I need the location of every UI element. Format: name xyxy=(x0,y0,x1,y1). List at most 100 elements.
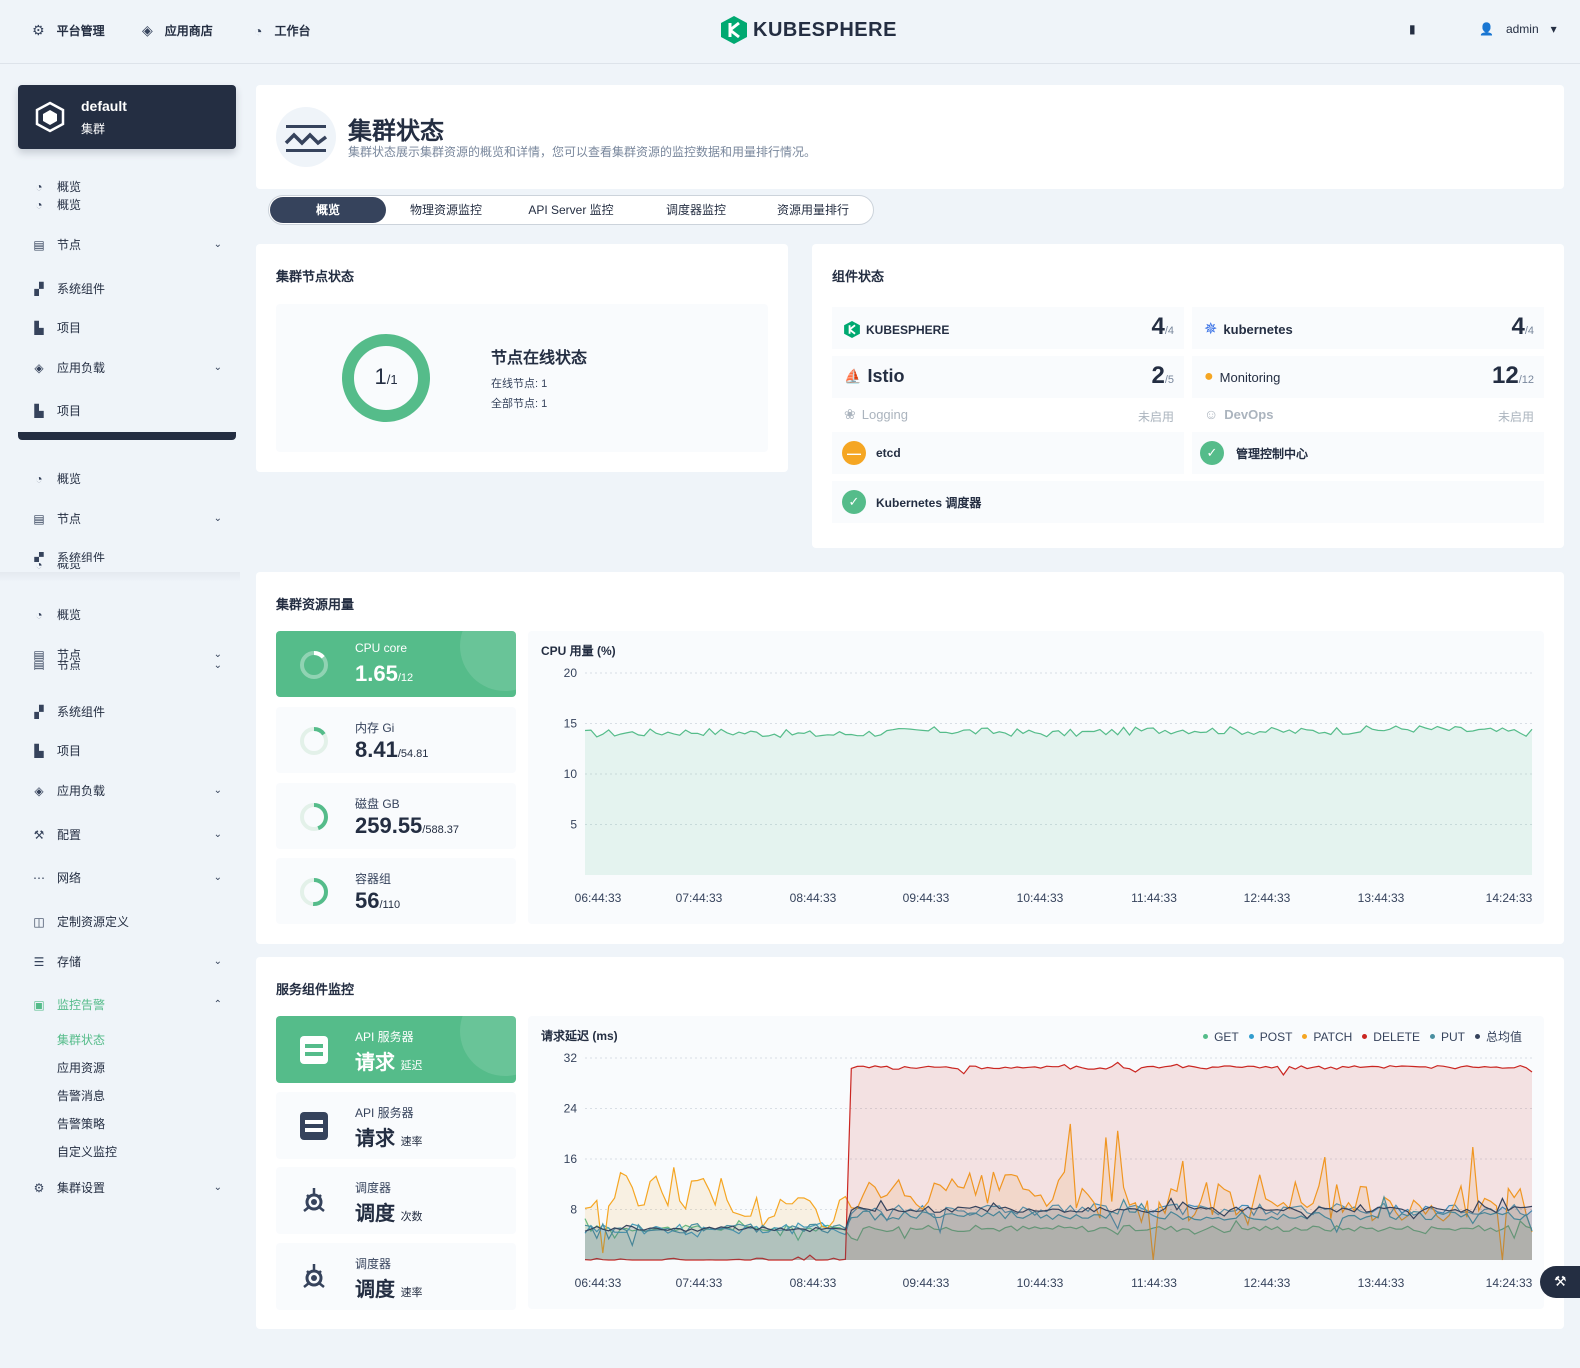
component-kubernetes[interactable]: ✵ kubernetes 4/4 xyxy=(1192,307,1544,349)
sidebar-ghost-projects-2[interactable]: ▙ 项目 xyxy=(32,402,222,419)
nav-workbench[interactable]: ◔ 工作台 xyxy=(254,22,310,39)
server-icon: ▤ xyxy=(33,660,45,670)
resource-card-pods[interactable]: 容器组 56/110 xyxy=(276,858,516,924)
submenu-custom-monitoring[interactable]: 自定义监控 xyxy=(57,1143,117,1160)
service-value: 调度 速率 xyxy=(355,1273,423,1302)
submenu-app-resources[interactable]: 应用资源 xyxy=(57,1059,105,1076)
submenu-cluster-status[interactable]: 集群状态 xyxy=(57,1031,105,1048)
tab-overview[interactable]: 概览 xyxy=(270,197,386,223)
docs-icon[interactable]: ▮ xyxy=(1409,22,1416,36)
submenu-alert-messages[interactable]: 告警消息 xyxy=(57,1087,105,1104)
tab-scheduler[interactable]: 调度器监控 xyxy=(636,197,756,223)
sidebar-ghost-bar xyxy=(18,432,236,440)
usage-ring xyxy=(300,878,328,906)
x-tick-label: 08:44:33 xyxy=(790,891,837,905)
sidebar-ghost-overview-2[interactable]: ◔ 概览 xyxy=(32,196,222,213)
component-istio[interactable]: ⛵ Istio 2/5 xyxy=(832,356,1184,398)
kubesphere-logo[interactable]: KUBESPHERE xyxy=(721,16,897,44)
dashboard-icon: ◔ xyxy=(35,471,43,486)
chevron-down-icon: ⌄ xyxy=(213,513,222,524)
series-area xyxy=(585,725,1532,875)
sidebar-ghost2-components[interactable]: ▞ 系统组件 xyxy=(32,552,222,562)
resource-card-cpu[interactable]: CPU core 1.65/12 xyxy=(276,631,516,697)
service-label: API 服务器 xyxy=(355,1106,414,1120)
component-etcd[interactable]: — etcd xyxy=(832,432,1184,474)
components-icon: ▞ xyxy=(34,281,44,296)
cpu-usage-chart[interactable]: 20 15 10 5 06:44:33 07:44:33 08:44:33 09:44:33 1… xyxy=(528,631,1544,924)
sidebar-item-overview[interactable]: ◔ 概览 xyxy=(32,606,222,623)
service-unit: 次数 xyxy=(400,1211,423,1223)
sidebar-ghost-overview[interactable]: ◔ 概览 xyxy=(32,178,222,195)
service-unit: 速率 xyxy=(400,1136,423,1148)
sidebar-divider xyxy=(0,572,240,582)
component-monitoring[interactable]: ● Monitoring 12/12 xyxy=(1192,356,1544,398)
sidebar-ghost2-overview-2[interactable]: ◔ 概览 xyxy=(32,563,222,572)
sidebar-item-network[interactable]: ⋯ 网络 ⌄ xyxy=(32,869,222,886)
sidebar-item-workloads[interactable]: ◈ 应用负载 ⌄ xyxy=(32,782,222,799)
server-icon: ▤ xyxy=(33,237,45,252)
sidebar-ghost2-nodes[interactable]: ▤ 节点 ⌄ xyxy=(32,510,222,527)
api-server-icon xyxy=(300,1036,328,1064)
sidebar-item-settings[interactable]: ⚙ 集群设置 ⌄ xyxy=(32,1179,222,1196)
nav-app-store[interactable]: ◈ 应用商店 xyxy=(142,22,213,39)
component-controller-manager[interactable]: ✓ 管理控制中心 xyxy=(1192,432,1544,474)
x-tick-label: 09:44:33 xyxy=(903,891,950,905)
service-card-scheduler-rate[interactable]: 调度器 调度 速率 xyxy=(276,1243,516,1310)
project-icon: ▙ xyxy=(34,403,44,418)
service-card-api-rate[interactable]: API 服务器 请求 速率 xyxy=(276,1092,516,1159)
section-title: 组件状态 xyxy=(832,269,885,284)
user-menu[interactable]: 👤 admin ▾ xyxy=(1479,22,1557,36)
nav-platform[interactable]: ⚙ 平台管理 xyxy=(32,22,105,39)
layers-icon: ◈ xyxy=(142,22,153,38)
x-tick-label: 07:44:33 xyxy=(676,1276,723,1290)
submenu-alert-policies[interactable]: 告警策略 xyxy=(57,1115,105,1132)
tab-api-server[interactable]: API Server 监控 xyxy=(506,197,636,223)
service-unit: 延迟 xyxy=(400,1060,423,1072)
sidebar-item-config[interactable]: ⚒ 配置 ⌄ xyxy=(32,826,222,843)
sidebar-ghost-components[interactable]: ▞ 系统组件 xyxy=(32,280,222,297)
menu-label: 配置 xyxy=(57,828,82,842)
component-kubesphere[interactable]: KUBESPHERE 4/4 xyxy=(832,307,1184,349)
crd-icon: ◫ xyxy=(33,914,45,929)
resource-card-disk[interactable]: 磁盘 GB 259.55/588.37 xyxy=(276,783,516,849)
service-label: 调度器 xyxy=(355,1181,392,1195)
component-scheduler[interactable]: ✓ Kubernetes 调度器 xyxy=(832,481,1544,523)
cluster-selector[interactable]: default 集群 xyxy=(18,85,236,149)
node-status-box: 1/1 节点在线状态 在线节点: 1 全部节点: 1 xyxy=(276,304,768,452)
service-metric: 请求 xyxy=(355,1128,395,1150)
menu-label: 项目 xyxy=(57,404,82,418)
sidebar-item-storage[interactable]: ☰ 存储 ⌄ xyxy=(32,953,222,970)
chevron-down-icon: ⌄ xyxy=(213,362,222,373)
resource-card-memory[interactable]: 内存 Gi 8.41/54.81 xyxy=(276,707,516,773)
resource-label: 内存 Gi xyxy=(355,721,395,735)
request-latency-chart[interactable]: 32 24 16 8 06:44:33 07:44:33 08:44:33 09:44:33 1… xyxy=(528,1016,1544,1309)
jenkins-icon: ☺ xyxy=(1204,406,1219,422)
chevron-down-icon: ⌄ xyxy=(213,660,222,670)
sidebar-ghost-workloads[interactable]: ◈ 应用负载 ⌄ xyxy=(32,359,222,376)
service-card-api-latency[interactable]: API 服务器 请求 延迟 xyxy=(276,1016,516,1083)
resource-total: /54.81 xyxy=(397,748,429,760)
sidebar-ghost2-overview[interactable]: ◔ 概览 xyxy=(32,470,222,487)
x-tick-label: 10:44:33 xyxy=(1017,891,1064,905)
tab-resource-ranking[interactable]: 资源用量排行 xyxy=(756,197,870,223)
y-tick-label: 15 xyxy=(564,717,578,731)
sidebar-ghost-projects[interactable]: ▙ 项目 xyxy=(32,319,222,336)
sidebar-item-projects[interactable]: ▙ 项目 xyxy=(32,742,222,759)
toolbox-button[interactable]: ⚒ xyxy=(1540,1266,1580,1298)
component-name: ✓ Kubernetes 调度器 xyxy=(842,490,981,514)
menu-label: 应用负载 xyxy=(57,784,106,798)
online-nodes: 在线节点: 1 xyxy=(491,378,548,390)
cluster-type: 集群 xyxy=(81,122,106,136)
component-name: KUBESPHERE xyxy=(844,321,949,338)
api-server-icon xyxy=(300,1112,328,1140)
sidebar-item-components[interactable]: ▞ 系统组件 xyxy=(32,703,222,720)
sidebar-item-crd[interactable]: ◫ 定制资源定义 xyxy=(32,913,222,930)
service-card-scheduler-count[interactable]: 调度器 调度 次数 xyxy=(276,1167,516,1234)
sidebar-item-monitoring[interactable]: ▣ 监控告警 ⌃ xyxy=(32,996,222,1013)
menu-label: 概览 xyxy=(57,608,82,622)
sidebar-ghost-nodes[interactable]: ▤ 节点 ⌄ xyxy=(32,236,222,253)
component-name: ❀ Logging xyxy=(844,406,908,423)
gear-icon: ⚙ xyxy=(33,1180,45,1195)
tab-physical-resources[interactable]: 物理资源监控 xyxy=(386,197,506,223)
chevron-down-icon: ⌄ xyxy=(213,872,222,883)
